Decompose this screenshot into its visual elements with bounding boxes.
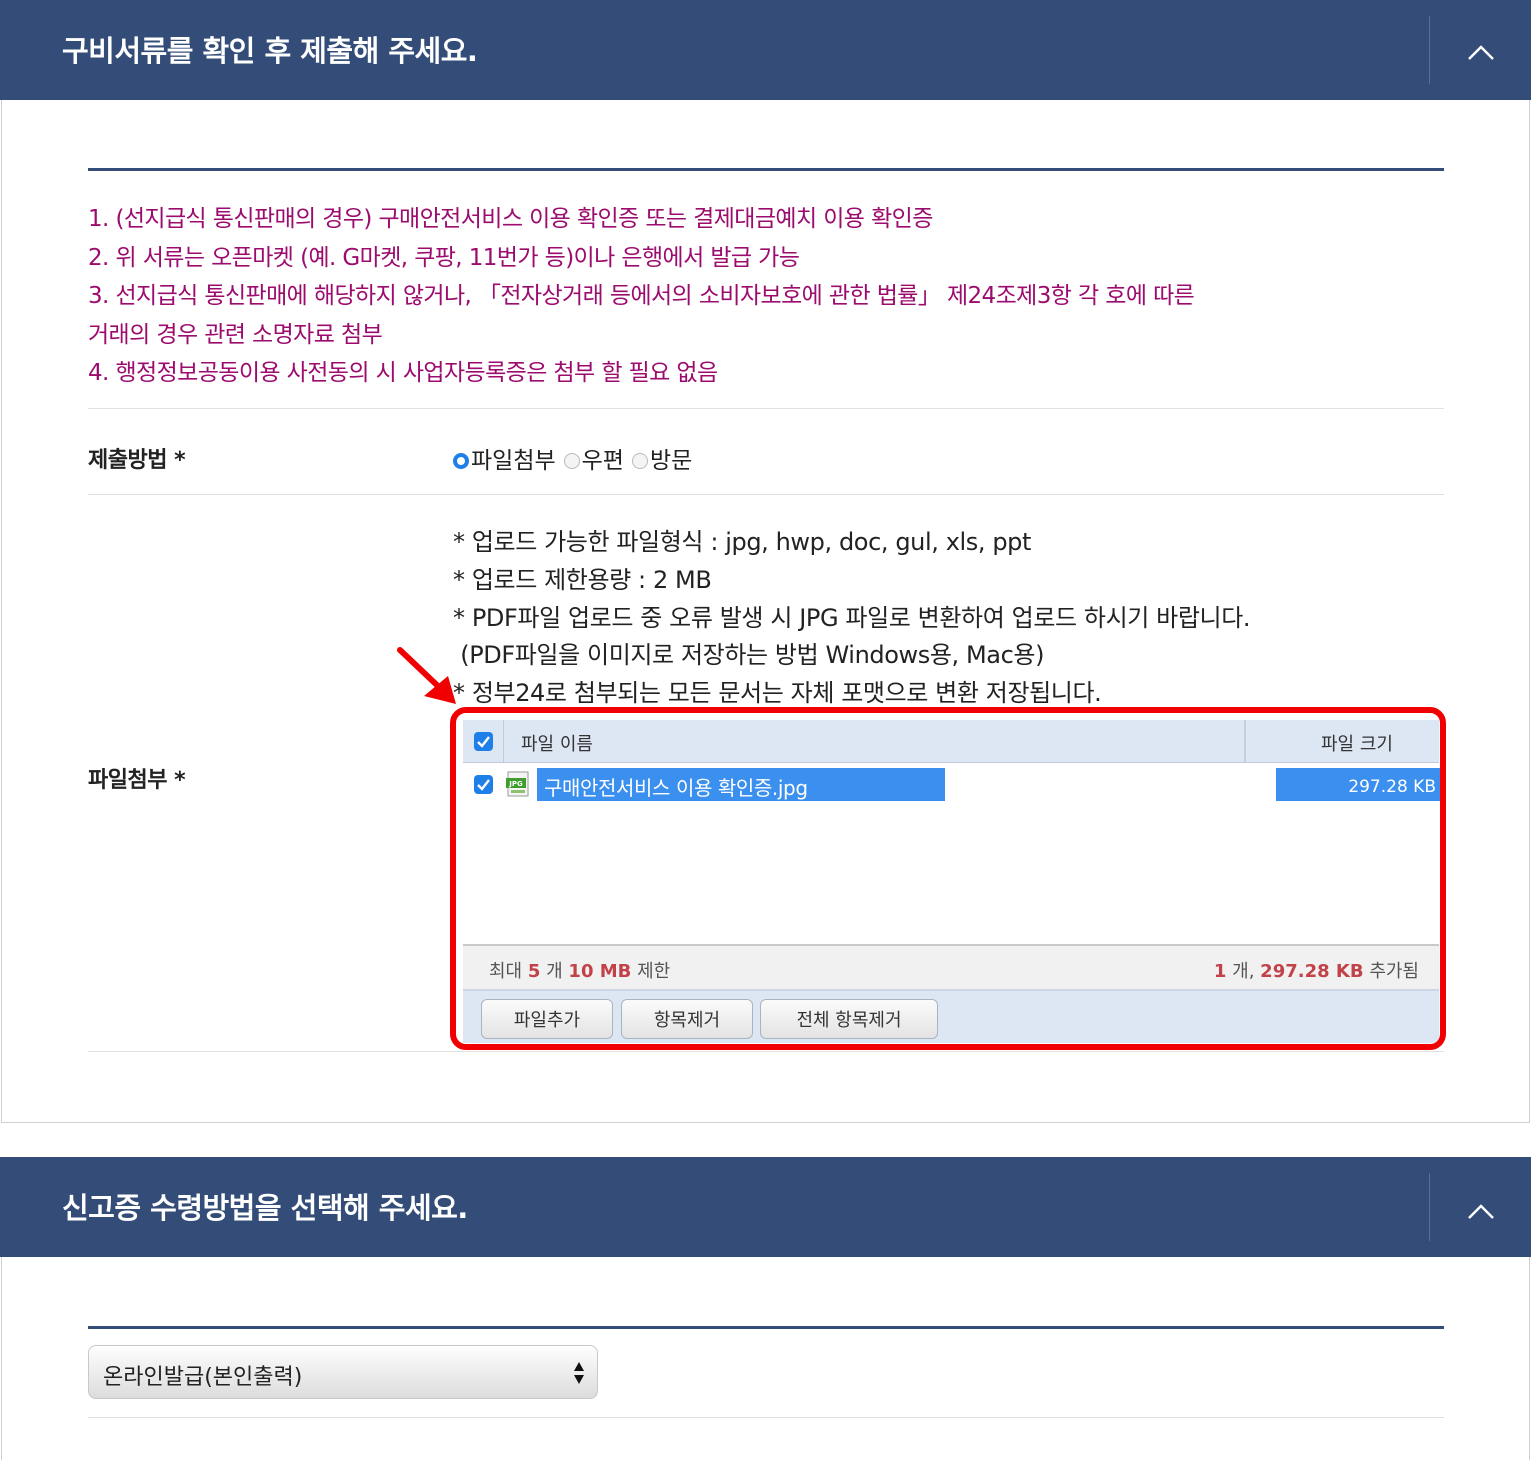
svg-text:JPG: JPG bbox=[508, 780, 523, 788]
receipt-method-select[interactable]: 온라인발급(본인출력) bbox=[88, 1345, 598, 1399]
select-updown-icon bbox=[574, 1362, 584, 1384]
notice-list: 1. (선지급식 통신판매의 경우) 구매안전서비스 이용 확인증 또는 결제대… bbox=[88, 200, 1195, 393]
radio-label: 방문 bbox=[649, 448, 693, 474]
collapse-toggle-button[interactable] bbox=[1430, 0, 1531, 100]
added-count: 1 bbox=[1213, 961, 1227, 982]
radio-mail[interactable]: 우편 bbox=[563, 441, 624, 475]
radio-file-attach[interactable]: 파일첨부 bbox=[453, 441, 556, 475]
file-upload-widget: 파일 이름 파일 크기 JPG 구매안전서비스 이용 확인증.jpg 297.2… bbox=[450, 707, 1446, 1050]
attachment-label: 파일첨부 * bbox=[88, 768, 186, 793]
limit-count: 5 bbox=[527, 961, 541, 982]
radio-unselected-icon[interactable] bbox=[563, 453, 580, 469]
jpg-file-icon: JPG bbox=[506, 771, 529, 797]
upload-button-bar: 파일추가 항목제거 전체 항목제거 bbox=[463, 991, 1439, 1043]
column-header-file-size[interactable]: 파일 크기 bbox=[1321, 730, 1393, 756]
upload-info-item: * PDF파일 업로드 중 오류 발생 시 JPG 파일로 변환하여 업로드 하… bbox=[453, 603, 1251, 632]
column-header-file-name[interactable]: 파일 이름 bbox=[521, 730, 593, 756]
file-size: 297.28 KB bbox=[1348, 777, 1436, 797]
submit-method-radio-group: 파일첨부 우편 방문 bbox=[453, 441, 700, 475]
limit-suffix: 제한 bbox=[637, 961, 671, 982]
upload-info-item: (PDF파일을 이미지로 저장하는 방법 Windows용, Mac용) bbox=[453, 641, 1045, 670]
red-arrow-annotation-icon bbox=[397, 647, 456, 704]
notice-item: 3. 선지급식 통신판매에 해당하지 않거나, 「전자상거래 등에서의 소비자보… bbox=[88, 283, 1195, 309]
upload-info-list: * 업로드 가능한 파일형식 : jpg, hwp, doc, gul, xls… bbox=[453, 524, 1251, 713]
chevron-up-icon bbox=[1468, 45, 1494, 60]
section-header-documents: 구비서류를 확인 후 제출해 주세요. bbox=[0, 0, 1531, 100]
file-name: 구매안전서비스 이용 확인증.jpg bbox=[544, 776, 808, 800]
checkmark-icon bbox=[477, 736, 490, 748]
file-list-header: 파일 이름 파일 크기 bbox=[463, 720, 1439, 763]
upload-info-item: * 업로드 제한용량 : 2 MB bbox=[453, 565, 712, 594]
checkmark-icon bbox=[477, 779, 490, 791]
section-title: 신고증 수령방법을 선택해 주세요. bbox=[62, 1191, 468, 1225]
row-divider bbox=[88, 408, 1444, 409]
added-count-unit: 개, bbox=[1232, 961, 1255, 982]
notice-item: 거래의 경우 관련 소명자료 첨부 bbox=[88, 321, 383, 348]
radio-label: 우편 bbox=[581, 448, 624, 474]
added-suffix: 추가됨 bbox=[1369, 961, 1419, 982]
limit-count-unit: 개 bbox=[546, 961, 563, 982]
notice-item: 2. 위 서류는 오픈마켓 (예. G마켓, 쿠팡, 11번가 등)이나 은행에… bbox=[88, 244, 800, 271]
upload-added-text: 1 개, 297.28 KB 추가됨 bbox=[1214, 957, 1419, 983]
file-row-checkbox[interactable] bbox=[474, 775, 493, 794]
notice-item: 4. 행정정보공동이용 사전동의 시 사업자등록증은 첨부 할 필요 없음 bbox=[88, 360, 718, 386]
limit-prefix: 최대 bbox=[489, 961, 523, 982]
collapse-toggle-button[interactable] bbox=[1430, 1157, 1531, 1257]
file-row[interactable]: JPG 구매안전서비스 이용 확인증.jpg 297.28 KB bbox=[463, 765, 1440, 803]
upload-info-item: * 업로드 가능한 파일형식 : jpg, hwp, doc, gul, xls… bbox=[453, 528, 1032, 556]
row-divider bbox=[88, 1051, 1444, 1052]
select-value: 온라인발급(본인출력) bbox=[103, 1365, 303, 1390]
section-title: 구비서류를 확인 후 제출해 주세요. bbox=[62, 34, 478, 68]
remove-all-items-button[interactable]: 전체 항목제거 bbox=[760, 999, 938, 1039]
section-top-rule bbox=[88, 168, 1444, 171]
submit-method-label: 제출방법 * bbox=[88, 448, 186, 473]
section-top-rule bbox=[88, 1326, 1444, 1329]
section-header-receipt-method: 신고증 수령방법을 선택해 주세요. bbox=[0, 1157, 1531, 1257]
row-divider bbox=[88, 494, 1444, 495]
radio-selected-icon[interactable] bbox=[453, 453, 469, 469]
header-check-cell bbox=[463, 720, 504, 762]
chevron-up-icon bbox=[1468, 1204, 1494, 1219]
notice-item: 1. (선지급식 통신판매의 경우) 구매안전서비스 이용 확인증 또는 결제대… bbox=[88, 206, 933, 232]
radio-label: 파일첨부 bbox=[471, 448, 556, 474]
upload-status-bar: 최대 5 개 10 MB 제한 1 개, 297.28 KB 추가됨 bbox=[463, 946, 1439, 991]
limit-size: 10 MB bbox=[568, 961, 632, 982]
radio-visit[interactable]: 방문 bbox=[631, 441, 693, 475]
file-size-cell: 297.28 KB bbox=[1276, 768, 1440, 801]
remove-item-button[interactable]: 항목제거 bbox=[621, 999, 753, 1039]
added-size: 297.28 KB bbox=[1260, 961, 1364, 982]
column-resize-handle[interactable] bbox=[1244, 720, 1246, 762]
add-file-button[interactable]: 파일추가 bbox=[481, 999, 613, 1039]
select-all-checkbox[interactable] bbox=[474, 732, 493, 751]
row-divider bbox=[88, 1417, 1444, 1418]
radio-unselected-icon[interactable] bbox=[631, 453, 648, 469]
upload-limit-text: 최대 5 개 10 MB 제한 bbox=[489, 957, 670, 983]
